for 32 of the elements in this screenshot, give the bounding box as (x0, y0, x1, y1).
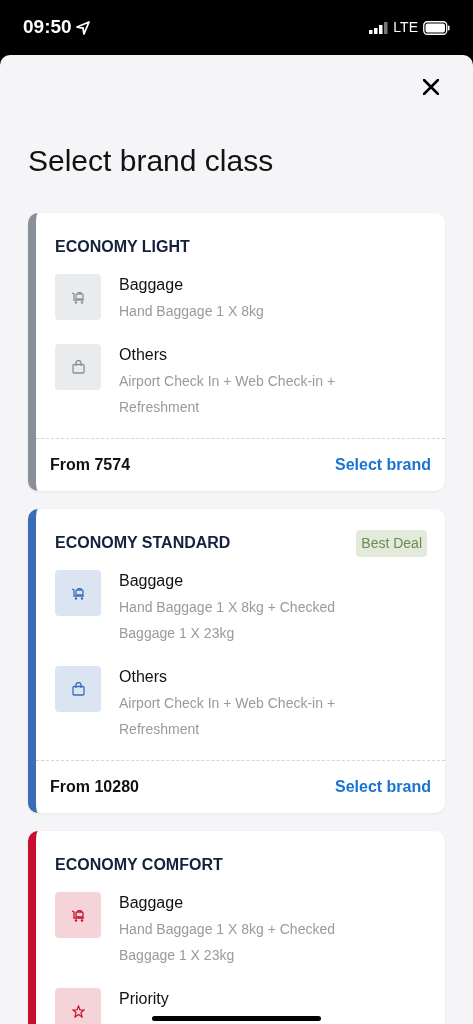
shopping-bag-icon (71, 360, 85, 374)
page-title: Select brand class (28, 143, 275, 179)
deal-badge: Best Deal (356, 529, 427, 557)
feature-detail: Hand Baggage 1 X 8kg + Checked Baggage 1 X 23kg (119, 598, 336, 643)
feature-detail: Airport Check In + Web Check-in + Refreshment (119, 694, 337, 739)
battery-icon (423, 20, 450, 35)
feature-title: Others (119, 667, 168, 687)
feature-detail: Airport Check In + Web Check-in + Refreshment (119, 372, 337, 417)
feature-detail: Hand Baggage 1 X 8kg + Checked Baggage 1 X 23kg (119, 920, 336, 965)
brand-name: ECONOMY COMFORT (55, 855, 223, 875)
select-brand-link[interactable]: Select brand (334, 453, 431, 477)
feature-title: Priority (119, 989, 169, 1009)
signal-icon (369, 21, 389, 34)
brand-name: ECONOMY LIGHT (55, 237, 190, 257)
feature-detail: Hand Baggage 1 X 8kg (119, 302, 265, 321)
network-label: LTE (393, 18, 418, 37)
close-button[interactable] (421, 77, 441, 97)
brand-name: ECONOMY STANDARD (55, 533, 231, 553)
price-label: From 7574 (50, 455, 131, 475)
feature-title: Baggage (119, 275, 185, 295)
star-icon (71, 1004, 85, 1018)
luggage-cart-icon (71, 586, 85, 600)
location-arrow-icon (75, 20, 90, 35)
status-time: 09:50 (23, 15, 72, 40)
luggage-cart-icon (71, 290, 85, 304)
select-brand-link[interactable]: Select brand (334, 775, 431, 799)
shopping-bag-icon (71, 682, 85, 696)
luggage-cart-icon (71, 908, 85, 922)
feature-title: Baggage (119, 893, 185, 913)
feature-title: Others (119, 345, 168, 365)
feature-title: Baggage (119, 571, 185, 591)
price-label: From 10280 (50, 777, 139, 797)
